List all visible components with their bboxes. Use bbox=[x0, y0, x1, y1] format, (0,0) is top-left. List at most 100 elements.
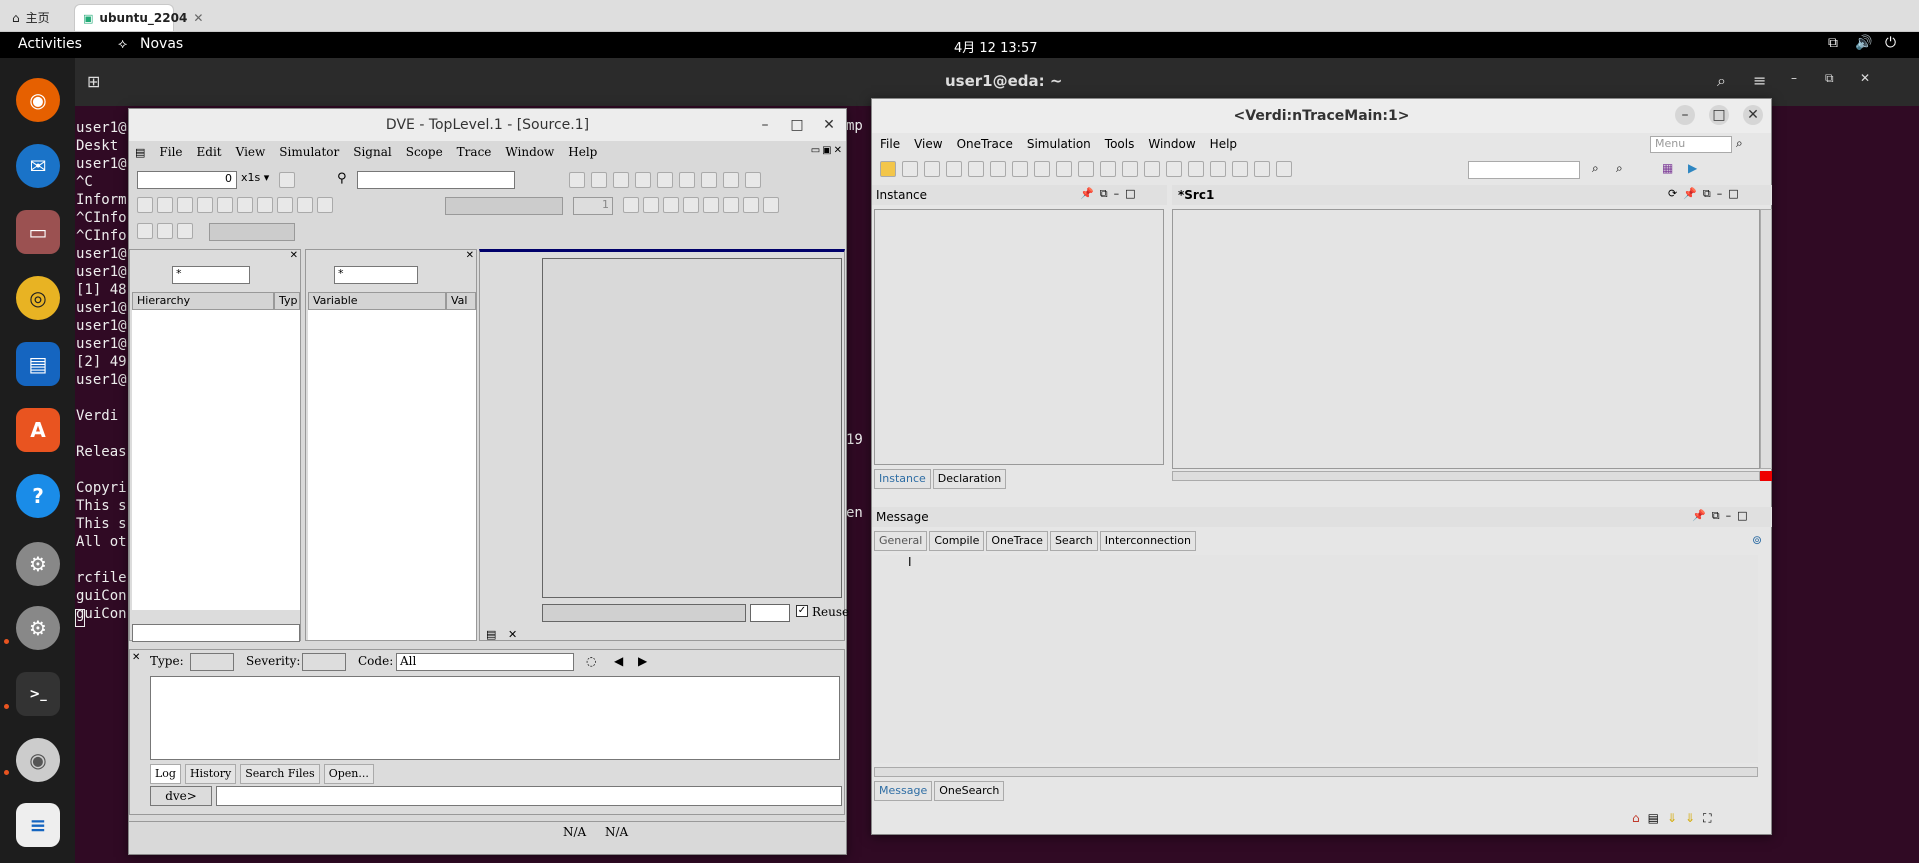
app-menu[interactable]: Novas bbox=[140, 36, 183, 52]
toolbar-icon[interactable] bbox=[745, 172, 761, 188]
tab-search[interactable]: Search bbox=[1049, 531, 1098, 551]
time-input[interactable]: 0 bbox=[137, 171, 237, 189]
value-col-header[interactable]: Val bbox=[446, 292, 476, 310]
menu-onetrace[interactable]: OneTrace bbox=[957, 137, 1013, 151]
menu-window[interactable]: Window bbox=[505, 145, 554, 159]
toolbar-icon[interactable] bbox=[743, 197, 759, 213]
disabled-select[interactable] bbox=[445, 197, 563, 215]
down-icon[interactable] bbox=[1210, 161, 1226, 177]
toolbar-icon[interactable] bbox=[924, 161, 940, 177]
hierarchy-bottom-select[interactable] bbox=[132, 624, 300, 642]
toolbar-icon[interactable]: ▶ bbox=[1688, 161, 1697, 175]
rhythmbox-icon[interactable]: ◎ bbox=[16, 276, 60, 320]
close-icon[interactable]: ✕ bbox=[818, 115, 840, 135]
toolbar-icon[interactable] bbox=[613, 172, 629, 188]
terminal-icon[interactable]: >_ bbox=[16, 672, 60, 716]
toolbar-icon[interactable] bbox=[723, 172, 739, 188]
source-line-field[interactable] bbox=[750, 604, 790, 622]
toolbar-icon[interactable] bbox=[657, 172, 673, 188]
files-icon[interactable]: ▭ bbox=[16, 210, 60, 254]
forward-icon[interactable] bbox=[1122, 161, 1138, 177]
minimize-icon[interactable]: – bbox=[1114, 187, 1120, 201]
source-view[interactable] bbox=[1172, 209, 1760, 469]
tab-compile[interactable]: Compile bbox=[929, 531, 985, 551]
app-menu-icon[interactable]: ⟡ bbox=[118, 36, 127, 52]
help-icon[interactable]: ? bbox=[16, 474, 60, 518]
code-select[interactable]: All bbox=[396, 653, 574, 671]
toolbar-icon[interactable] bbox=[763, 197, 779, 213]
toolbar-icon[interactable] bbox=[1276, 161, 1292, 177]
menu-help[interactable]: Help bbox=[568, 145, 597, 159]
toolbar-icon[interactable] bbox=[1078, 161, 1094, 177]
tab-log[interactable]: Log bbox=[150, 764, 181, 784]
toolbar-icon[interactable] bbox=[946, 161, 962, 177]
toolbar-icon[interactable] bbox=[1144, 161, 1160, 177]
menu-view[interactable]: View bbox=[236, 145, 266, 159]
maximize-icon[interactable]: □ bbox=[1728, 187, 1738, 201]
tab-interconnection[interactable]: Interconnection bbox=[1099, 531, 1196, 551]
console-log[interactable] bbox=[150, 676, 840, 760]
tab-ubuntu[interactable]: ▣ ubuntu_2204 ✕ bbox=[74, 4, 203, 31]
zoom-out-icon[interactable] bbox=[663, 197, 679, 213]
down-icon[interactable]: ⇓ bbox=[1667, 811, 1677, 826]
pin-icon[interactable]: 📌 bbox=[1683, 187, 1697, 201]
tab-declaration[interactable]: Declaration bbox=[932, 469, 1007, 489]
toolbar-icon[interactable] bbox=[1166, 161, 1182, 177]
menu-trace[interactable]: Trace bbox=[457, 145, 492, 159]
toolbar-icon[interactable] bbox=[1232, 161, 1248, 177]
toolbar-icon[interactable] bbox=[177, 197, 193, 213]
instance-tree[interactable] bbox=[874, 209, 1164, 465]
menu-tools[interactable]: Tools bbox=[1105, 137, 1135, 151]
variable-filter[interactable]: * bbox=[334, 266, 418, 284]
hierarchy-tree[interactable] bbox=[132, 310, 300, 610]
toolbar-icon[interactable] bbox=[635, 172, 651, 188]
minimize-icon[interactable]: – bbox=[1717, 187, 1723, 201]
toolbar-icon[interactable] bbox=[297, 197, 313, 213]
minimize-icon[interactable]: – bbox=[1675, 105, 1695, 125]
src-horizontal-scrollbar[interactable] bbox=[1172, 471, 1760, 481]
variable-col-header[interactable]: Variable bbox=[308, 292, 446, 310]
tab-search-files[interactable]: Search Files bbox=[240, 764, 320, 784]
type-col-header[interactable]: Typ bbox=[274, 292, 300, 310]
menu-file[interactable]: File bbox=[159, 145, 182, 159]
find-icon[interactable]: ⌕ bbox=[1592, 161, 1599, 176]
toolbar-icon[interactable]: ▦ bbox=[1662, 161, 1673, 175]
toolbar-icon[interactable] bbox=[703, 197, 719, 213]
menu-icon[interactable]: ≡ bbox=[1753, 71, 1766, 90]
toolbar-icon[interactable] bbox=[137, 197, 153, 213]
close-icon[interactable]: ✕ bbox=[834, 145, 842, 156]
float-icon[interactable]: ⧉ bbox=[1100, 187, 1108, 201]
toolbar-icon[interactable] bbox=[723, 197, 739, 213]
toolbar-icon[interactable] bbox=[591, 172, 607, 188]
tab-open[interactable]: Open... bbox=[323, 764, 374, 784]
float-icon[interactable]: ⧉ bbox=[1712, 509, 1720, 523]
toolbar-icon[interactable] bbox=[990, 161, 1006, 177]
disabled-select[interactable] bbox=[209, 223, 295, 241]
maximize-icon[interactable]: □ bbox=[1125, 187, 1135, 201]
search-icon[interactable]: ⌕ bbox=[1736, 136, 1743, 151]
sync-icon[interactable]: ⟳ bbox=[1668, 187, 1677, 201]
close-icon[interactable]: ✕ bbox=[1743, 105, 1763, 125]
document-icon[interactable]: ≡ bbox=[16, 803, 60, 847]
toolbar-icon[interactable] bbox=[968, 161, 984, 177]
hierarchy-col-header[interactable]: Hierarchy bbox=[132, 292, 274, 310]
toolbar-icon[interactable] bbox=[257, 197, 273, 213]
reuse-checkbox[interactable]: ✓ bbox=[796, 605, 808, 617]
toolbar-icon[interactable] bbox=[217, 197, 233, 213]
volume-icon[interactable]: 🔊 bbox=[1855, 35, 1872, 51]
menu-help[interactable]: Help bbox=[1210, 137, 1237, 151]
pin-icon[interactable]: 📌 bbox=[1080, 187, 1094, 201]
disc-icon[interactable]: ◉ bbox=[16, 738, 60, 782]
maximize-icon[interactable]: □ bbox=[1709, 105, 1729, 125]
pan-icon[interactable] bbox=[683, 197, 699, 213]
stop-icon[interactable]: ◌ bbox=[586, 654, 596, 668]
settings-icon-2[interactable]: ⚙ bbox=[16, 606, 60, 650]
maximize-icon[interactable]: □ bbox=[1737, 509, 1747, 523]
open-icon[interactable] bbox=[880, 161, 896, 177]
menu-signal[interactable]: Signal bbox=[353, 145, 391, 159]
tab-onesearch[interactable]: OneSearch bbox=[934, 781, 1005, 801]
menu-file[interactable]: File bbox=[880, 137, 900, 151]
toolbar-icon[interactable] bbox=[157, 223, 173, 239]
toolbar-icon[interactable] bbox=[569, 172, 585, 188]
close-icon[interactable]: ✕ bbox=[1860, 71, 1870, 85]
